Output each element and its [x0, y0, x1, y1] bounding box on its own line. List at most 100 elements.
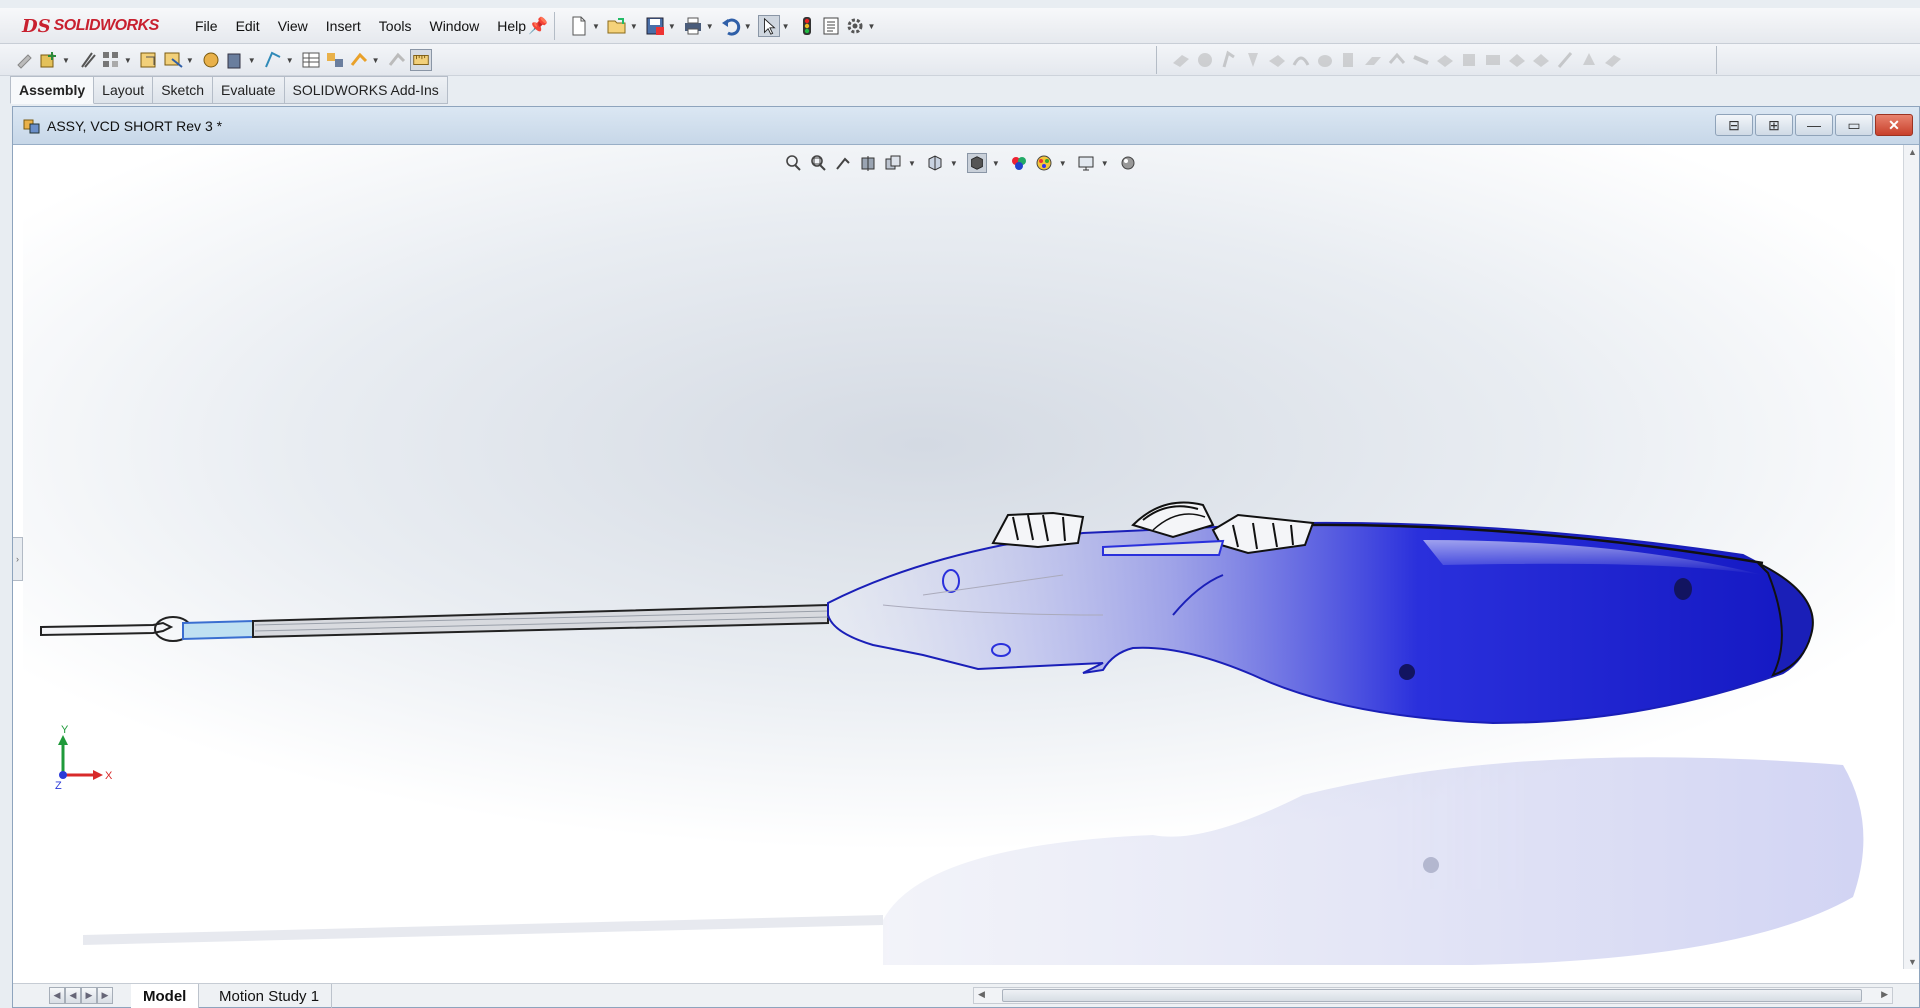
document-titlebar: ASSY, VCD SHORT Rev 3 * ⊟ ⊞ — ▭ ✕: [13, 107, 1919, 145]
instrument-shaft[interactable]: [40, 603, 829, 642]
toolbar-separator-right: [1716, 46, 1717, 74]
instrument-handle[interactable]: [827, 521, 1814, 725]
command-manager-tabs: Assembly Layout Sketch Evaluate SOLIDWOR…: [10, 76, 448, 104]
assembly-model[interactable]: Y X Z: [23, 145, 1895, 969]
graphics-area[interactable]: ▼ ▼ ▼ ▼ ▼ Y X Z: [23, 145, 1895, 969]
tab-evaluate[interactable]: Evaluate: [213, 76, 285, 104]
show-hidden-components-icon[interactable]: [200, 49, 222, 71]
bill-of-materials-icon[interactable]: [300, 49, 322, 71]
flatten-icon: [1413, 55, 1429, 65]
tile-vertical-button[interactable]: ⊞: [1755, 114, 1793, 136]
insert-components-icon[interactable]: [38, 49, 60, 71]
feature-manager-expand-handle[interactable]: ›: [13, 537, 23, 581]
document-window: ASSY, VCD SHORT Rev 3 * ⊟ ⊞ — ▭ ✕ › ▼ ▼: [12, 106, 1920, 1008]
menu-window[interactable]: Window: [420, 18, 488, 34]
next-tab-icon[interactable]: ▶: [81, 987, 97, 1004]
new-dropdown-icon[interactable]: ▼: [592, 22, 600, 31]
command-manager-toolbar: ▼ ▼ ▼ ▼ ▼ ▼: [0, 44, 1920, 76]
file-properties-icon[interactable]: [820, 15, 842, 37]
move-component-icon[interactable]: [162, 49, 184, 71]
new-document-icon[interactable]: [568, 15, 590, 37]
rebuild-icon[interactable]: [796, 15, 818, 37]
scroll-right-icon[interactable]: ▶: [1881, 989, 1888, 1000]
tab-layout[interactable]: Layout: [94, 76, 154, 104]
select-dropdown-icon[interactable]: ▼: [782, 22, 790, 31]
menu-tools[interactable]: Tools: [370, 18, 421, 34]
tab-solidworks-add-ins[interactable]: SOLIDWORKS Add-Ins: [284, 76, 448, 104]
tab-motion-study-1[interactable]: Motion Study 1: [207, 984, 333, 1008]
menu-edit[interactable]: Edit: [227, 18, 269, 34]
options-dropdown-icon[interactable]: ▼: [868, 22, 876, 31]
forming-tool-icon: [1509, 54, 1525, 67]
tab-model[interactable]: Model: [131, 984, 200, 1008]
hem-icon: [1269, 55, 1285, 67]
open-dropdown-icon[interactable]: ▼: [630, 22, 638, 31]
menu-bar: DS SOLIDWORKS File Edit View Insert Tool…: [0, 8, 1920, 44]
reference-geometry-icon[interactable]: [262, 49, 284, 71]
menu-file[interactable]: File: [186, 18, 227, 34]
select-icon[interactable]: [757, 15, 780, 37]
tab-sketch[interactable]: Sketch: [153, 76, 214, 104]
horizontal-scrollbar[interactable]: ◀ ▶: [973, 987, 1893, 1004]
tile-horizontal-button[interactable]: ⊟: [1715, 114, 1753, 136]
toolbar-separator: [1156, 46, 1157, 74]
instant3d-icon[interactable]: [348, 49, 370, 71]
edge-flange-icon: [1222, 50, 1235, 68]
rip-icon: [1463, 54, 1475, 66]
scroll-up-icon[interactable]: ▲: [1908, 147, 1917, 157]
base-flange-icon: [1173, 55, 1189, 67]
assembly-features-dropdown-icon[interactable]: ▼: [248, 56, 256, 65]
insert-components-dropdown-icon[interactable]: ▼: [62, 56, 70, 65]
options-icon[interactable]: [844, 15, 866, 37]
pin-menu-icon[interactable]: 📌: [528, 16, 548, 36]
extruded-cut-icon: [1583, 53, 1595, 65]
update-speedpak-icon[interactable]: [386, 49, 408, 71]
scroll-left-icon[interactable]: ◀: [978, 989, 985, 1000]
tab-assembly[interactable]: Assembly: [10, 76, 95, 104]
close-button[interactable]: ✕: [1875, 114, 1913, 136]
open-icon[interactable]: [606, 15, 628, 37]
smart-fasteners-icon[interactable]: [138, 49, 160, 71]
last-tab-icon[interactable]: ▶: [97, 987, 113, 1004]
triad-x-label: X: [105, 770, 113, 782]
previous-tab-icon[interactable]: ◀: [65, 987, 81, 1004]
actuator-mechanism[interactable]: [991, 501, 1315, 556]
horizontal-scroll-thumb[interactable]: [1002, 989, 1862, 1002]
assembly-features-icon[interactable]: [224, 49, 246, 71]
unfold-icon: [1365, 57, 1381, 65]
menu-insert[interactable]: Insert: [317, 18, 370, 34]
exploded-view-icon[interactable]: [324, 49, 346, 71]
minimize-button[interactable]: —: [1795, 114, 1833, 136]
take-snapshot-icon[interactable]: [409, 49, 432, 71]
vent-icon: [1533, 54, 1549, 67]
mate-icon[interactable]: [76, 49, 98, 71]
reference-geometry-dropdown-icon[interactable]: ▼: [286, 56, 294, 65]
cross-break-icon: [1343, 53, 1353, 67]
maximize-button[interactable]: ▭: [1835, 114, 1873, 136]
move-dropdown-icon[interactable]: ▼: [186, 56, 194, 65]
tile-vertical-icon: ⊞: [1768, 116, 1780, 133]
lofted-bend-icon: [1557, 52, 1573, 68]
save-icon[interactable]: [644, 15, 666, 37]
save-dropdown-icon[interactable]: ▼: [668, 22, 676, 31]
undo-icon[interactable]: [720, 15, 742, 37]
expand-arrow-icon: ›: [16, 554, 19, 564]
pattern-dropdown-icon[interactable]: ▼: [124, 56, 132, 65]
linear-pattern-icon[interactable]: [100, 49, 122, 71]
solidworks-logo[interactable]: DS SOLIDWORKS: [22, 10, 162, 42]
vertical-scrollbar[interactable]: ▲ ▼: [1903, 145, 1919, 969]
no-bends-icon: [1437, 55, 1453, 67]
print-dropdown-icon[interactable]: ▼: [706, 22, 714, 31]
instant3d-dropdown-icon[interactable]: ▼: [372, 56, 380, 65]
menu-view[interactable]: View: [269, 18, 317, 34]
edit-component-icon[interactable]: [14, 49, 36, 71]
scroll-down-icon[interactable]: ▼: [1908, 957, 1917, 967]
sheet-metal-toolbar-disabled: [1170, 48, 1626, 72]
undo-dropdown-icon[interactable]: ▼: [744, 22, 752, 31]
model-tabs-bar: ◀ ◀ ▶ ▶ Model Motion Study 1 ◀ ▶: [13, 983, 1919, 1008]
print-icon[interactable]: [682, 15, 704, 37]
standard-toolbar: ▼ ▼ ▼ ▼ ▼ ▼ ▼: [568, 14, 881, 38]
first-tab-icon[interactable]: ◀: [49, 987, 65, 1004]
document-title: ASSY, VCD SHORT Rev 3 *: [47, 118, 223, 134]
sketched-bend-icon: [1318, 55, 1332, 67]
